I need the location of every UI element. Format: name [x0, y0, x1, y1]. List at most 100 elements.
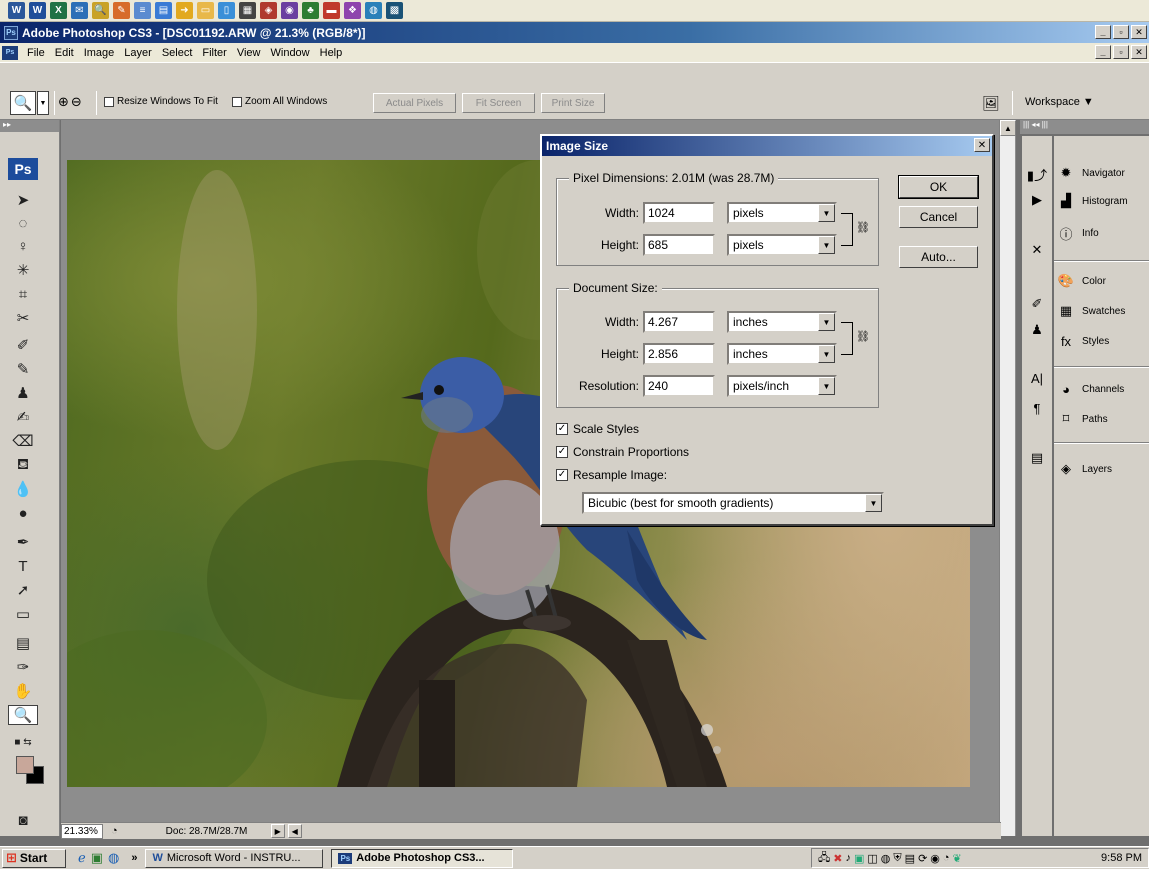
tray-update-icon[interactable]: ▣	[854, 852, 864, 865]
eyedropper-tool-icon[interactable]: ✑	[8, 657, 38, 677]
notes-tool-icon[interactable]: ▤	[8, 633, 38, 653]
menu-window[interactable]: Window	[266, 47, 315, 59]
menu-help[interactable]: Help	[315, 47, 348, 59]
doc-width-unit-select[interactable]: inches ▼	[727, 311, 837, 333]
zoom-level-field[interactable]: 21.33%	[61, 823, 103, 839]
resolution-input[interactable]: 240	[643, 375, 715, 397]
hand-tool-icon[interactable]: ✋	[8, 681, 38, 701]
menu-edit[interactable]: Edit	[50, 47, 79, 59]
history-palette-icon[interactable]: ▮⤴	[1026, 164, 1048, 184]
character-palette-icon[interactable]: A|	[1026, 368, 1048, 388]
paint-bucket-tool-icon[interactable]: ⛾	[8, 455, 38, 475]
history-brush-tool-icon[interactable]: ✍	[8, 407, 38, 427]
zoom-all-windows-checkbox[interactable]: Zoom All Windows	[232, 96, 327, 107]
zoom-out-icon[interactable]: ⊖	[71, 94, 82, 110]
paragraph-palette-icon[interactable]: ¶	[1026, 398, 1048, 418]
tray-drive-icon[interactable]: ▤	[905, 852, 915, 865]
tray-shield-icon[interactable]: ⛨	[893, 852, 901, 865]
brush-tool-icon[interactable]: ✎	[8, 359, 38, 379]
word-doc-icon[interactable]: W	[29, 2, 46, 19]
doc-restore-button[interactable]: ▫	[1113, 45, 1129, 59]
actions-palette-icon[interactable]: ▶	[1026, 190, 1048, 210]
pixel-width-input[interactable]: 1024	[643, 202, 715, 224]
folder-icon[interactable]: ▭	[197, 2, 214, 19]
tray-monitor-icon[interactable]: ◫	[867, 852, 877, 865]
start-button[interactable]: ⊞ Start	[2, 848, 66, 868]
crop-tool-icon[interactable]: ⌗	[8, 284, 38, 304]
layers-palette-tab[interactable]: ◈ Layers	[1056, 458, 1149, 480]
marquee-tool-icon[interactable]: ◌	[8, 213, 38, 233]
doc-height-unit-select[interactable]: inches ▼	[727, 343, 837, 365]
tray-network-icon[interactable]: 🖧	[818, 849, 830, 868]
game-icon[interactable]: ▬	[323, 2, 340, 19]
status-menu-arrow-icon[interactable]: ▶	[270, 824, 285, 838]
slice-tool-icon[interactable]: ✂	[8, 308, 38, 328]
minimize-button[interactable]: _	[1095, 25, 1111, 39]
notepad-icon[interactable]: ≡	[134, 2, 151, 19]
checkbox-box[interactable]	[232, 96, 242, 107]
navigator-palette-tab[interactable]: ✹ Navigator	[1056, 162, 1149, 184]
tray-media-icon[interactable]: ◉	[930, 852, 940, 865]
brushes-palette-icon[interactable]: ✐	[1026, 294, 1048, 314]
info-palette-tab[interactable]: ⓘ Info	[1056, 222, 1149, 244]
tray-security-icon[interactable]: ✖	[833, 852, 842, 865]
menu-view[interactable]: View	[232, 47, 266, 59]
swatches-palette-tab[interactable]: ▦ Swatches	[1056, 300, 1149, 322]
zoom-tool-preset-icon[interactable]: 🔍	[10, 91, 36, 115]
camera-icon[interactable]: ◉	[281, 2, 298, 19]
doc-minimize-button[interactable]: _	[1095, 45, 1111, 59]
clone-source-icon[interactable]: ♟	[1026, 320, 1048, 340]
chevron-down-icon[interactable]: ▼	[818, 204, 835, 222]
chevron-down-icon[interactable]: ▼	[865, 494, 882, 512]
pen-tool-icon[interactable]: ✒	[8, 532, 38, 552]
scale-styles-check-icon[interactable]: ✓	[556, 423, 568, 435]
taskbar-chevron[interactable]: »	[131, 852, 137, 864]
vertical-scrollbar[interactable]: ▲	[999, 120, 1016, 836]
ok-button[interactable]: OK	[898, 175, 979, 199]
media-icon[interactable]: ♣	[302, 2, 319, 19]
lasso-tool-icon[interactable]: ♀	[8, 236, 38, 256]
dodge-tool-icon[interactable]: ●	[8, 503, 38, 523]
calculator-icon[interactable]: ▦	[239, 2, 256, 19]
dialog-close-button[interactable]: ✕	[974, 138, 990, 152]
globe-icon[interactable]: ◍	[365, 2, 382, 19]
print-size-button[interactable]: Print Size	[541, 93, 605, 113]
excel-icon[interactable]: X	[50, 2, 67, 19]
menu-image[interactable]: Image	[79, 47, 120, 59]
resolution-unit-select[interactable]: pixels/inch ▼	[727, 375, 837, 397]
type-tool-icon[interactable]: T	[8, 556, 38, 576]
chart-icon[interactable]: ▩	[386, 2, 403, 19]
quick-mask-icon[interactable]: ◙	[8, 810, 38, 830]
taskbar-clock[interactable]: 9:58 PM	[1101, 852, 1142, 864]
fit-screen-button[interactable]: Fit Screen	[462, 93, 535, 113]
eraser-tool-icon[interactable]: ⌫	[8, 431, 38, 451]
word-icon[interactable]: W	[8, 2, 25, 19]
chevron-down-icon[interactable]: ▼	[818, 313, 835, 331]
tools-panel-grip[interactable]: ▸▸	[0, 120, 59, 132]
healing-brush-tool-icon[interactable]: ✐	[8, 335, 38, 355]
scroll-left-icon[interactable]: ◀	[287, 824, 302, 838]
blur-tool-icon[interactable]: 💧	[8, 479, 38, 499]
tray-leaf-icon[interactable]: ❦	[953, 852, 962, 865]
layer-comps-icon[interactable]: ▤	[1026, 448, 1048, 468]
styles-palette-tab[interactable]: fx Styles	[1056, 330, 1149, 352]
file-icon[interactable]: ▯	[218, 2, 235, 19]
chevron-down-icon[interactable]: ▼	[818, 236, 835, 254]
constrain-proportions-checkbox[interactable]: ✓ Constrain Proportions	[556, 445, 689, 459]
arrow-icon[interactable]: ➜	[176, 2, 193, 19]
chevron-down-icon[interactable]: ▼	[818, 377, 835, 395]
paths-palette-tab[interactable]: ⌑ Paths	[1056, 408, 1149, 430]
zoom-in-icon[interactable]: ⊕	[58, 94, 69, 110]
default-colors-icon[interactable]: ■ ⇆	[8, 732, 38, 752]
doc-close-button[interactable]: ✕	[1131, 45, 1147, 59]
status-info-icon[interactable]: ◔	[111, 825, 118, 837]
color-palette-tab[interactable]: 🎨 Color	[1056, 270, 1149, 292]
clone-stamp-tool-icon[interactable]: ♟	[8, 383, 38, 403]
tray-globe-icon[interactable]: ◍	[881, 852, 891, 865]
workspace-menu[interactable]: Workspace ▼	[1025, 96, 1094, 108]
desktop-icon[interactable]: ▣	[91, 850, 103, 866]
photoshop-logo[interactable]: Ps	[8, 158, 38, 180]
bridge-icon[interactable]: 🖼	[980, 93, 1002, 113]
actual-pixels-button[interactable]: Actual Pixels	[373, 93, 456, 113]
photo-icon[interactable]: ◈	[260, 2, 277, 19]
